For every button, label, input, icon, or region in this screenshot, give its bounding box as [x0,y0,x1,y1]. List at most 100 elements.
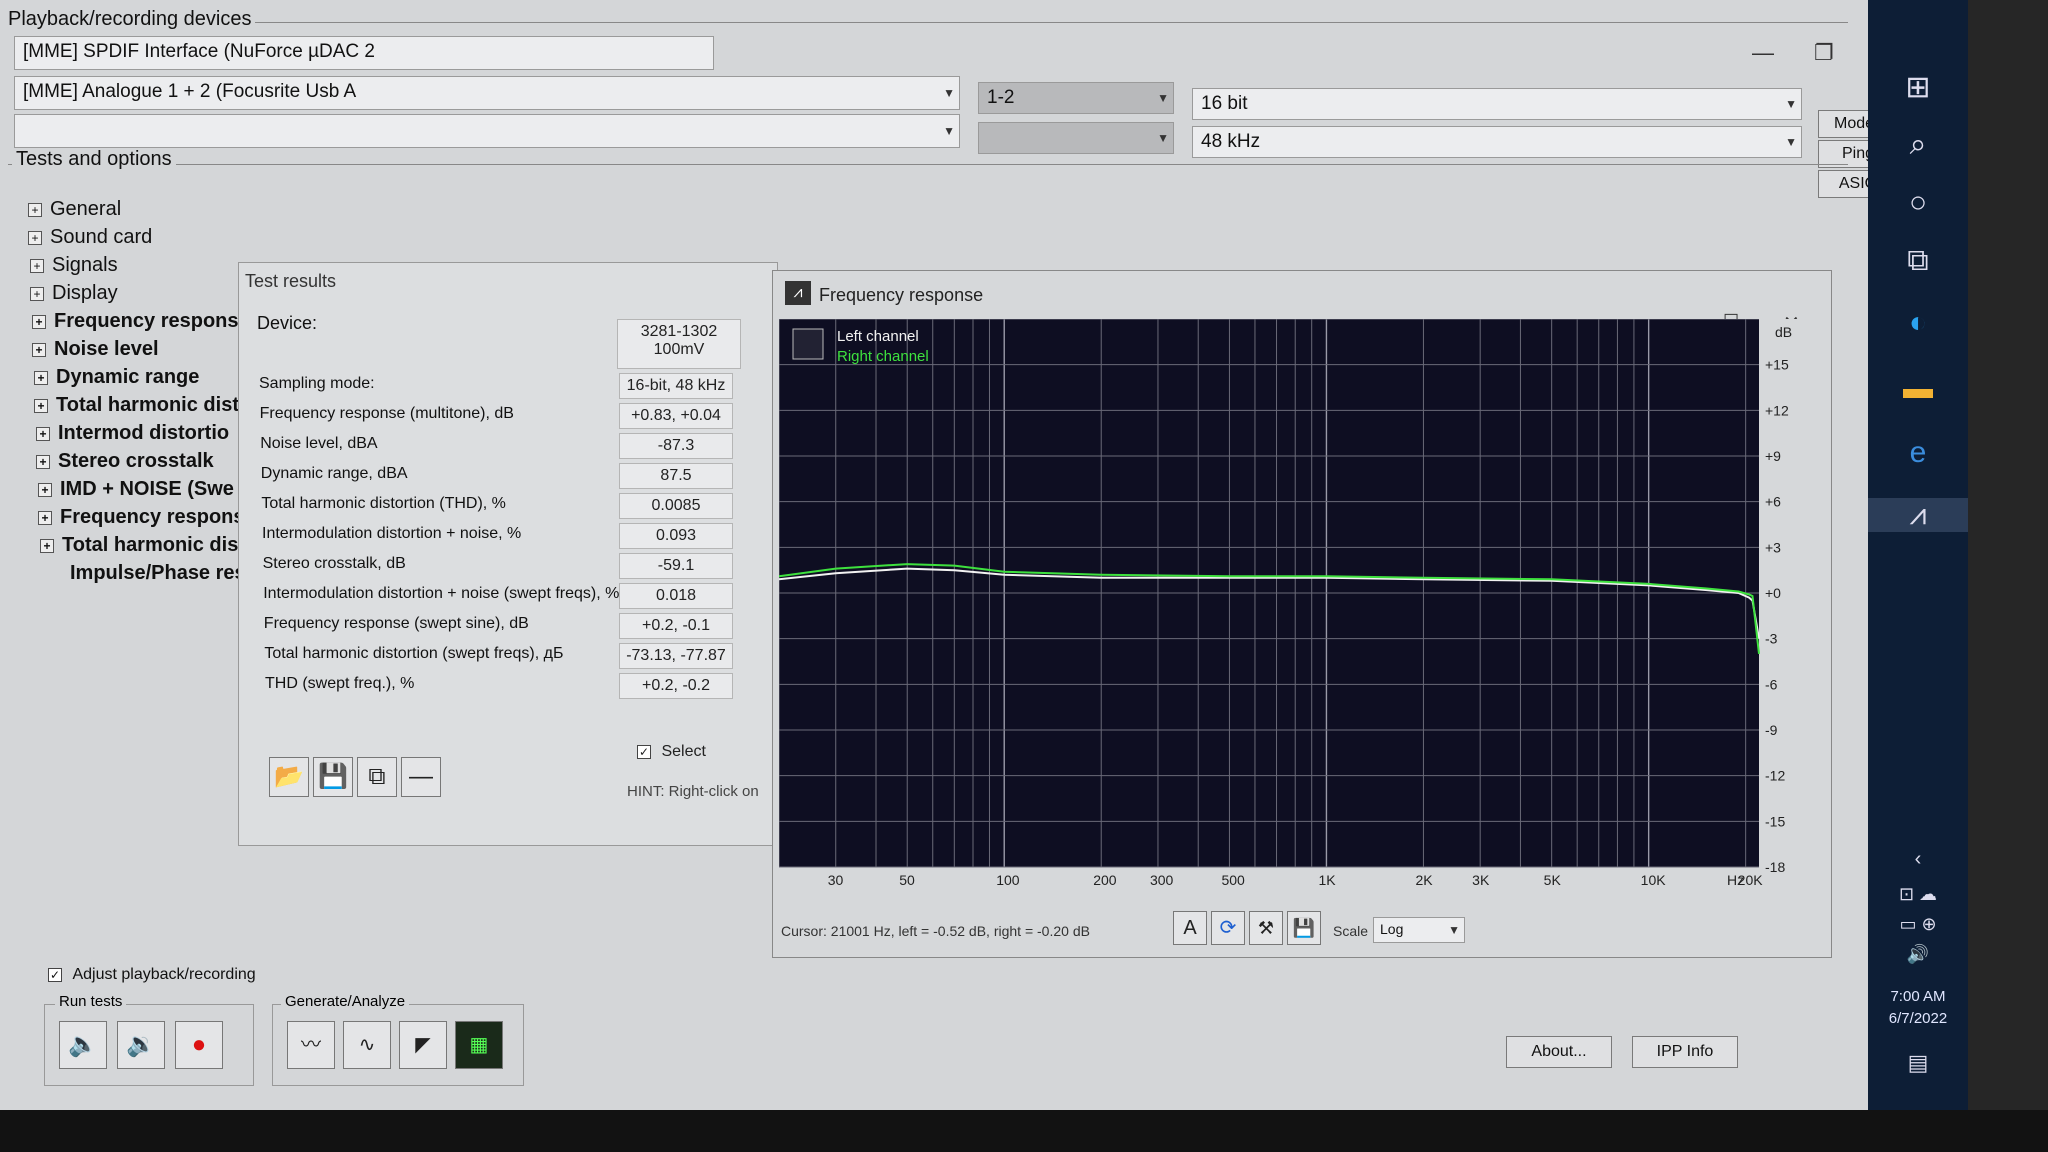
record-icon[interactable]: ● [175,1021,223,1069]
chevron-down-icon: ▼ [1785,135,1797,149]
internet-explorer-icon[interactable]: e [1868,436,1968,470]
tree-item-label: Sound card [50,226,153,248]
tree-item-signals[interactable]: + Signals [30,254,118,277]
x-tick-label: 50 [899,872,915,888]
recording-extra-select[interactable]: ▼ [14,114,960,148]
text-tool-icon[interactable]: A [1173,911,1207,945]
y-tick-label: -3 [1765,631,1778,647]
analyze-icon[interactable]: ◤ [399,1021,447,1069]
file-explorer-icon[interactable]: ▬ [1868,372,1968,406]
tree-item-dynamic-range[interactable]: + Dynamic range [34,366,199,389]
background-edge [1968,0,2048,1152]
x-tick-label: 500 [1221,872,1245,888]
channels-select[interactable]: 1-2 ▼ [978,82,1174,114]
scale-select[interactable]: Log ▼ [1373,917,1465,943]
rmaa-app-icon[interactable]: ⩘ [1868,498,1968,532]
generate-analyze-group: Generate/Analyze 〰 ∿ ◤ ▦ [272,993,524,1086]
expand-icon[interactable]: + [28,230,42,245]
volume-icon[interactable]: 🔊 [1868,944,1968,965]
tree-item-label: Noise level [54,338,159,360]
checkbox-icon[interactable]: ✓ [48,968,62,982]
search-icon[interactable]: ⌕ [1868,128,1968,162]
hint-text: HINT: Right-click on [627,783,759,800]
expand-icon[interactable]: + [32,314,46,329]
copy-icon[interactable]: ⧉ [357,757,397,797]
recording-device-select[interactable]: [MME] Analogue 1 + 2 (Focusrite Usb A ▼ [14,76,960,110]
network-icon[interactable]: ▭ ⊕ [1868,914,1968,935]
about-button[interactable]: About... [1506,1036,1612,1068]
remove-icon[interactable]: — [401,757,441,797]
run-tests-label: Run tests [55,993,127,1010]
expand-icon[interactable]: + [36,454,50,469]
save-icon[interactable]: 💾 [313,757,353,797]
ipp-info-button[interactable]: IPP Info [1632,1036,1738,1068]
select-checkbox[interactable]: ✓ Select [637,743,706,761]
expand-icon[interactable]: + [38,482,52,497]
tree-item-thd-swept[interactable]: + Total harmonic dis [40,534,238,557]
generate-signal-icon[interactable]: 〰 [287,1021,335,1069]
tests-section-title: Tests and options [12,148,176,171]
chevron-down-icon: ▼ [943,124,955,138]
expand-icon[interactable]: + [34,398,48,413]
monitor-bezel [0,1110,2048,1152]
run-test-speaker-icon[interactable]: 🔈 [59,1021,107,1069]
tests-group-line [8,164,1848,165]
test-results-panel: Test results Device: 3281-1302 100mV Sam… [238,262,778,846]
save-icon[interactable]: 💾 [1287,911,1321,945]
run-tests-group: Run tests 🔈 🔉 ● [44,993,254,1086]
expand-icon[interactable]: + [34,370,48,385]
spectrum-icon[interactable]: ▦ [455,1021,503,1069]
tree-item-display[interactable]: + Display [30,282,118,305]
bit-depth-select[interactable]: 16 bit ▼ [1192,88,1802,120]
tree-item-impulse-phase[interactable]: Impulse/Phase res [70,562,246,585]
tools-icon[interactable]: ⚒ [1249,911,1283,945]
tree-item-noise-level[interactable]: + Noise level [32,338,159,361]
edge-icon[interactable]: ◐ [1868,306,1968,340]
restore-icon[interactable]: ❐ [1814,40,1834,66]
expand-icon[interactable]: + [28,202,42,217]
x-tick-label: 5K [1544,872,1562,888]
result-value: -59.1 [619,553,733,579]
tree-item-sound-card[interactable]: + Sound card [28,226,152,249]
playback-device-field[interactable]: [MME] SPDIF Interface (NuForce µDAC 2 [14,36,714,70]
expand-icon[interactable]: + [32,342,46,357]
legend-icon[interactable] [792,328,824,360]
tree-item-thd[interactable]: + Total harmonic dist [34,394,239,417]
chevron-up-icon[interactable]: ‹ [1868,848,1968,871]
expand-icon[interactable]: + [30,286,44,301]
adjust-checkbox[interactable]: ✓ Adjust playback/recording [48,966,256,984]
clock-time[interactable]: 7:00 AM [1868,988,1968,1005]
waveform-icon[interactable]: ∿ [343,1021,391,1069]
expand-icon[interactable]: + [40,538,54,553]
tree-item-stereo-crosstalk[interactable]: + Stereo crosstalk [36,450,214,473]
tree-item-intermod[interactable]: + Intermod distortio [36,422,229,445]
generate-analyze-label: Generate/Analyze [281,993,410,1010]
tree-item-imd-noise[interactable]: + IMD + NOISE (Swe [38,478,234,501]
expand-icon[interactable]: + [38,510,52,525]
windows-start-icon[interactable]: ⊞ [1868,70,1968,105]
task-view-icon[interactable]: ⧉ [1868,244,1968,278]
tray-icons[interactable]: ⊡ ☁ [1868,884,1968,905]
open-folder-icon[interactable]: 📂 [269,757,309,797]
expand-icon[interactable]: + [30,258,44,273]
channels-select-2[interactable]: ▼ [978,122,1174,154]
result-value: -87.3 [619,433,733,459]
tree-item-frequency-response[interactable]: + Frequency respons [32,310,239,333]
expand-icon[interactable]: + [36,426,50,441]
result-label: Total harmonic distortion (swept freqs),… [264,645,564,662]
tree-item-general[interactable]: + General [28,198,121,221]
sample-rate-select[interactable]: 48 kHz ▼ [1192,126,1802,158]
chevron-down-icon: ▼ [1785,97,1797,111]
checkbox-icon[interactable]: ✓ [637,745,651,759]
cortana-icon[interactable]: ○ [1868,186,1968,220]
chevron-down-icon: ▼ [1157,131,1169,145]
notifications-icon[interactable]: ▤ [1868,1050,1968,1076]
test-speaker-icon[interactable]: 🔉 [117,1021,165,1069]
refresh-icon[interactable]: ⟳ [1211,911,1245,945]
result-label: Frequency response (swept sine), dB [263,615,529,632]
tree-item-frequency-response-swept[interactable]: + Frequency respons [38,506,245,529]
tree-item-label: Intermod distortio [58,422,230,444]
frequency-response-chart[interactable]: 30 50 100 200 300 500 1K 2K 3K 5K 10K 20K +15+12+9+… [779,319,1819,909]
clock-date[interactable]: 6/7/2022 [1868,1010,1968,1027]
minimize-icon[interactable]: — [1752,40,1774,66]
